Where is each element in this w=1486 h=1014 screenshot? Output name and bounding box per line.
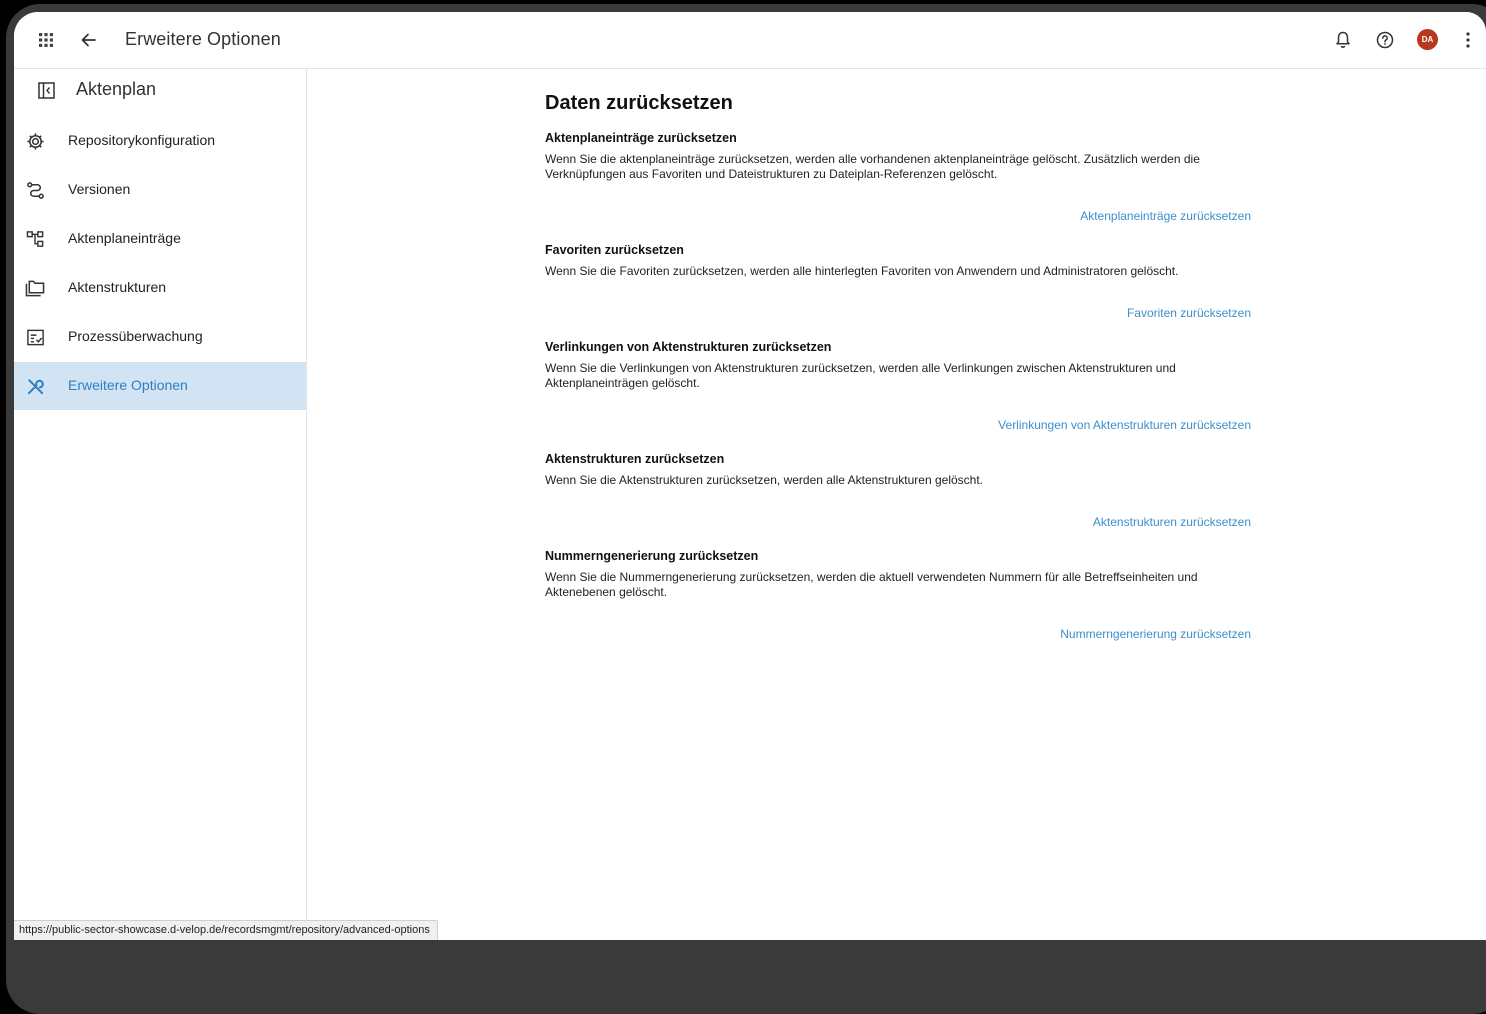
sidebar-item-prozessueberwachung[interactable]: Prozessüberwachung (14, 313, 306, 361)
help-icon[interactable] (1373, 28, 1397, 52)
sidebar-item-label: Prozessüberwachung (68, 328, 203, 344)
back-arrow-icon[interactable] (76, 28, 100, 52)
tree-structure-icon (24, 228, 46, 250)
folder-stack-icon (24, 277, 46, 299)
collapse-sidebar-icon[interactable] (36, 80, 56, 100)
page-header-title: Erweitere Optionen (125, 29, 281, 49)
checklist-icon (24, 326, 46, 348)
sidebar-item-label: Repositorykonfiguration (68, 132, 216, 148)
top-app-bar: Erweitere Optionen DA (14, 12, 1486, 69)
bell-icon[interactable] (1331, 28, 1355, 52)
reset-link-verlinkungen[interactable]: Verlinkungen von Aktenstrukturen zurücks… (998, 418, 1251, 432)
section-heading: Favoriten zurücksetzen (545, 243, 684, 257)
sidebar-item-versionen[interactable]: Versionen (14, 166, 306, 214)
reset-link-nummerngenerierung[interactable]: Nummerngenerierung zurücksetzen (1060, 627, 1251, 641)
sidebar-item-label: Aktenplaneinträge (68, 230, 181, 246)
sidebar-item-aktenstrukturen[interactable]: Aktenstrukturen (14, 264, 306, 312)
more-vert-icon[interactable] (1456, 28, 1480, 52)
section-description: Wenn Sie die Favoriten zurücksetzen, wer… (545, 264, 1179, 278)
status-bar-url: https://public-sector-showcase.d-velop.d… (14, 920, 438, 940)
sidebar-item-label: Versionen (68, 181, 131, 197)
tools-icon (24, 375, 46, 397)
sidebar-item-erweitere-optionen[interactable]: Erweitere Optionen (14, 362, 306, 410)
page-title: Daten zurücksetzen (545, 92, 733, 114)
section-description: Wenn Sie die Nummerngenerierung zurückse… (545, 570, 1198, 599)
user-avatar[interactable]: DA (1417, 29, 1438, 50)
apps-grid-icon[interactable] (34, 28, 58, 52)
sidebar-header: Aktenplan (14, 69, 306, 111)
sidebar-item-aktenplaneintraege[interactable]: Aktenplaneinträge (14, 215, 306, 263)
section-heading: Aktenstrukturen zurücksetzen (545, 452, 725, 466)
reset-link-aktenstrukturen[interactable]: Aktenstrukturen zurücksetzen (1093, 515, 1251, 529)
gear-icon (24, 130, 46, 152)
sidebar-title: Aktenplan (76, 79, 157, 99)
sidebar-item-label: Erweitere Optionen (68, 377, 188, 393)
section-description: Wenn Sie die Aktenstrukturen zurücksetze… (545, 473, 984, 487)
section-heading: Aktenplaneinträge zurücksetzen (545, 131, 737, 145)
sidebar-item-label: Aktenstrukturen (68, 279, 167, 295)
sidebar: Aktenplan Repositorykonfiguration Versio… (14, 69, 307, 940)
reset-link-favoriten[interactable]: Favoriten zurücksetzen (1127, 306, 1251, 320)
section-description: Wenn Sie die Verlinkungen von Aktenstruk… (545, 361, 1176, 390)
sidebar-item-repositorykonfiguration[interactable]: Repositorykonfiguration (14, 117, 306, 165)
section-description: Wenn Sie die aktenplaneinträge zurückset… (545, 152, 1200, 181)
route-icon (24, 179, 46, 201)
section-heading: Nummerngenerierung zurücksetzen (545, 549, 759, 563)
section-heading: Verlinkungen von Aktenstrukturen zurücks… (545, 340, 832, 354)
reset-link-aktenplaneintraege[interactable]: Aktenplaneinträge zurücksetzen (1080, 209, 1251, 223)
app-window: Erweitere Optionen DA Aktenplan Reposito… (14, 12, 1486, 940)
